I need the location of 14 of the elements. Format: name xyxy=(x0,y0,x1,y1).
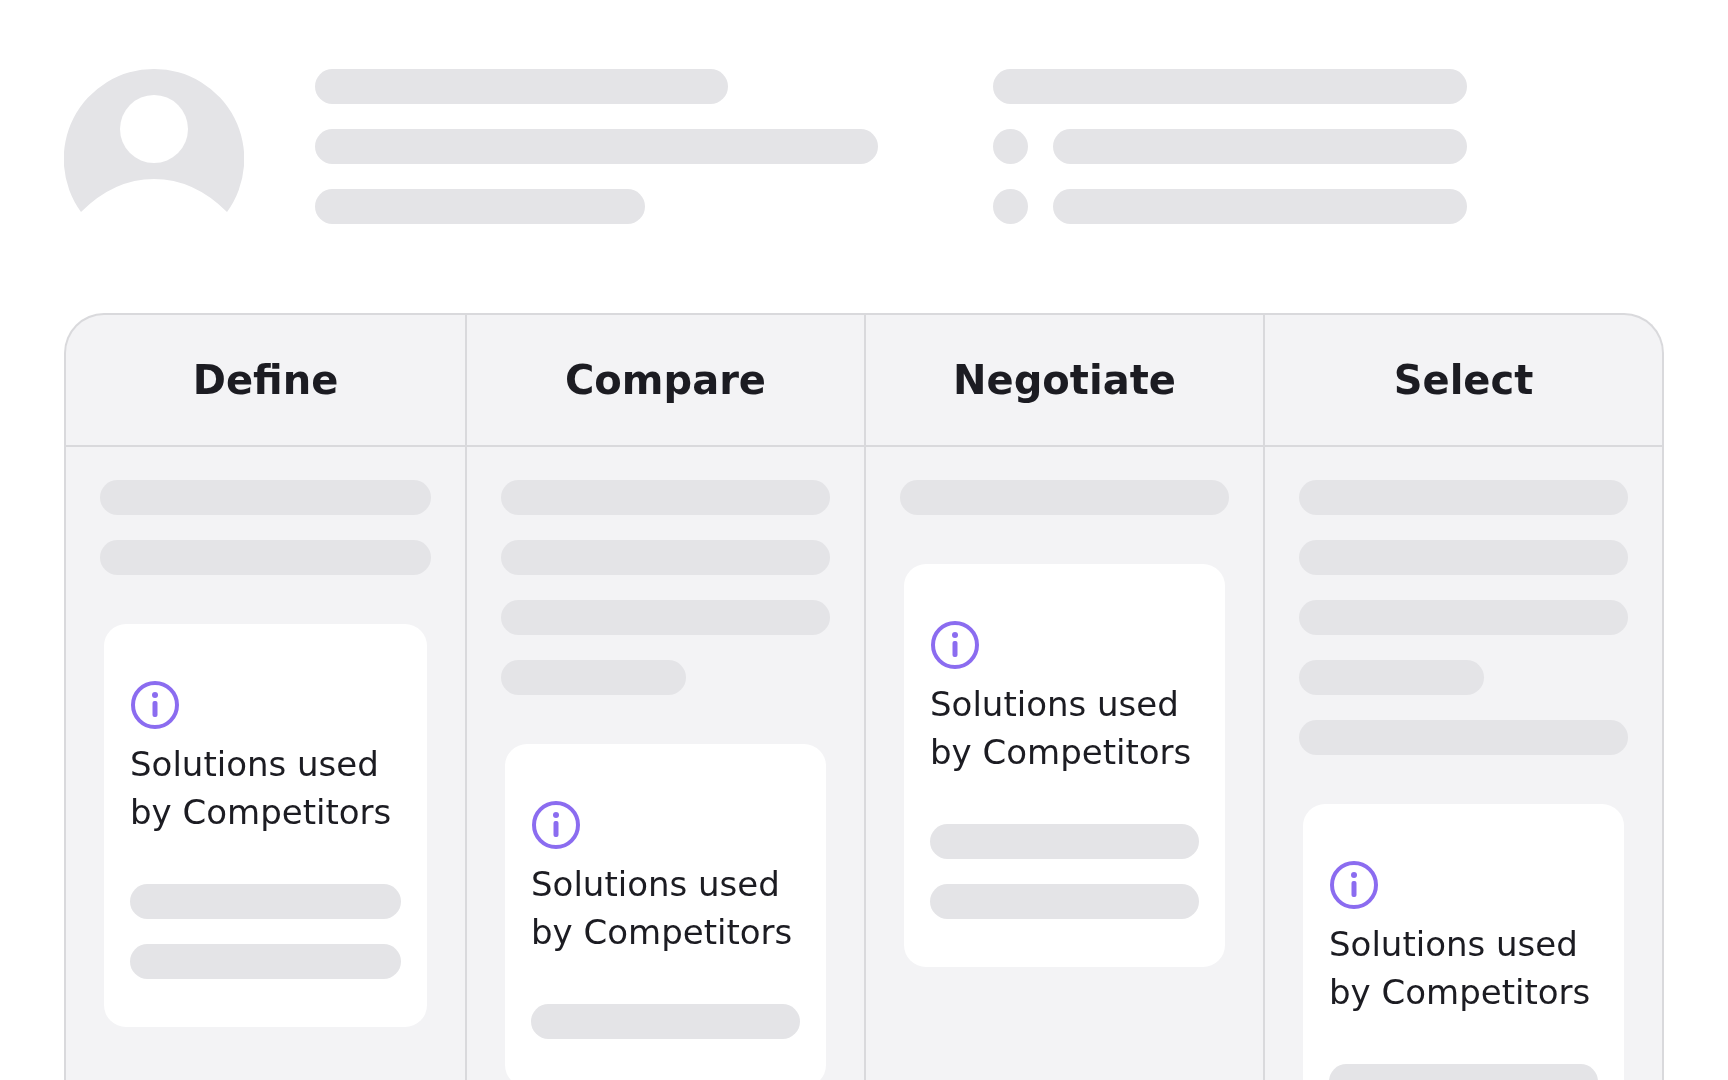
bullet-dot xyxy=(993,189,1028,224)
card-text: Solutions used by Competitors xyxy=(531,863,794,954)
info-icon xyxy=(130,680,180,730)
column-header: Compare xyxy=(467,315,864,447)
card-text: Solutions used by Competitors xyxy=(930,683,1193,774)
info-icon xyxy=(930,620,980,670)
card-text: Solutions used by Competitors xyxy=(130,743,393,834)
bullet-dot xyxy=(993,129,1028,164)
info-icon xyxy=(1329,860,1379,910)
column-header: Define xyxy=(66,315,465,447)
column-header: Select xyxy=(1265,315,1662,447)
column-header: Negotiate xyxy=(866,315,1263,447)
info-icon xyxy=(531,800,581,850)
card-text: Solutions used by Competitors xyxy=(1329,923,1592,1014)
